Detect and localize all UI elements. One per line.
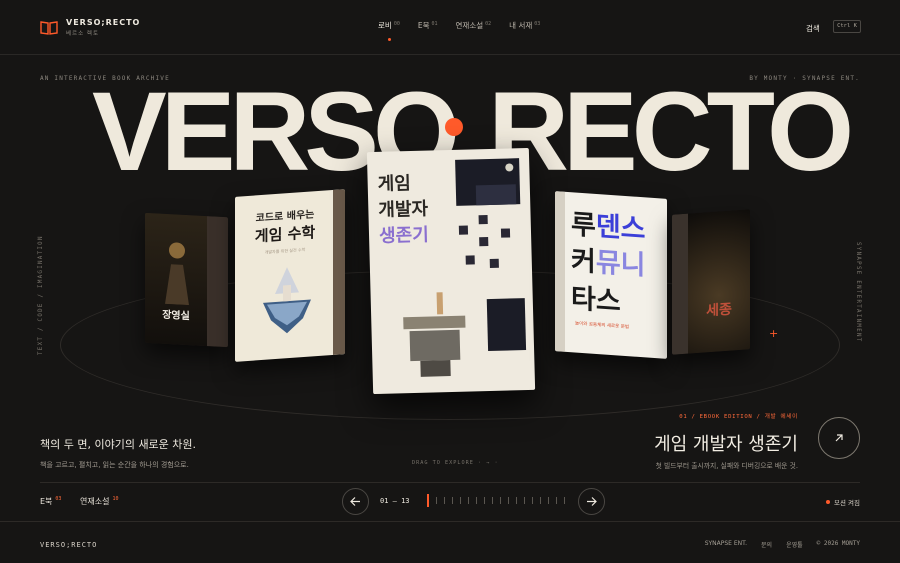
book-title: 장영실 [162, 309, 190, 323]
scrubber-tick[interactable] [508, 497, 509, 504]
shortcut-badge: Ctrl K [833, 20, 861, 33]
arrow-right-icon [587, 497, 597, 506]
footer: VERSO;RECTO SYNAPSE ENT. 문의 운영툴 © 2026 M… [0, 521, 900, 563]
nav-item-lobby[interactable]: 로비 00 [378, 20, 400, 41]
book-title-line1: 게임 [377, 173, 412, 195]
pixel-castle-illustration [382, 279, 485, 382]
featured-title: 게임 개발자 생존기 [654, 434, 798, 455]
brand-title: VERSO;RECTO [66, 18, 141, 27]
brand-logo[interactable]: VERSO;RECTO 베르소 렉토 [40, 18, 140, 37]
status-dot [826, 500, 830, 504]
motion-label: 모션 켜짐 [834, 499, 860, 507]
nav-item-library[interactable]: 내 서재 03 [509, 20, 540, 31]
book-title-line2: 게임 수학 [254, 223, 316, 246]
book-subtitle: 놀이와 공동체의 새로운 문법 [575, 321, 629, 331]
open-book-icon [40, 20, 58, 35]
active-indicator-dot [388, 38, 391, 41]
footer-brand: VERSO;RECTO [40, 541, 98, 549]
next-button[interactable] [578, 488, 605, 515]
scrubber-tick[interactable] [564, 497, 565, 504]
open-featured-button[interactable] [818, 417, 860, 459]
scrubber-tick[interactable] [460, 497, 461, 504]
page-scrubber[interactable] [427, 494, 565, 507]
category-serial[interactable]: 연재소설 10 [80, 496, 118, 507]
scrubber-tick[interactable] [476, 497, 477, 504]
scrubber-tick[interactable] [468, 497, 469, 504]
nav-label: 로비 [378, 21, 392, 30]
brand-subtitle: 베르소 렉토 [66, 31, 100, 37]
side-caption-left: TEXT / CODE / IMAGINATION [38, 235, 44, 355]
prev-button[interactable] [342, 488, 369, 515]
nav-item-ebook[interactable]: E북 01 [418, 20, 438, 31]
cover-flowchart [458, 214, 521, 276]
divider [40, 482, 860, 483]
nav-number: 02 [485, 20, 492, 27]
book-card-game-math[interactable]: 코드로 배우는 게임 수학 개발자를 위한 실전 수학 [235, 189, 345, 362]
scrubber-tick[interactable] [492, 497, 493, 504]
search-button[interactable]: 검색 [806, 23, 820, 34]
footer-link-synapse[interactable]: SYNAPSE ENT. [705, 540, 747, 549]
scrubber-tick[interactable] [484, 497, 485, 504]
category-count: 10 [112, 496, 119, 503]
footer-copyright: © 2026 MONTY [816, 540, 860, 547]
drag-hint: DRAG TO EXPLORE · → · [412, 460, 499, 466]
scrubber-tick[interactable] [532, 497, 533, 504]
scrubber-tick[interactable] [548, 497, 549, 504]
category-ebook[interactable]: E북 03 [40, 496, 61, 507]
hero-word-right: RECTO [488, 69, 854, 194]
scrubber-tick[interactable] [500, 497, 501, 504]
nav-label: 연재소설 [455, 21, 484, 30]
scrubber-tick-active[interactable] [427, 494, 429, 507]
book-card-game-dev-survival[interactable]: 게임 개발자 생존기 [366, 147, 536, 395]
hero-tagline: 책의 두 면, 이야기의 새로운 차원. [40, 438, 197, 451]
book-title-row2: 커뮤니 [571, 245, 646, 282]
book-subtitle: 개발자를 위한 실전 수학 [264, 246, 306, 255]
figure-illustration [165, 242, 189, 306]
scrubber-tick[interactable] [516, 497, 517, 504]
scrubber-tick[interactable] [524, 497, 525, 504]
page-total: 13 [401, 497, 410, 505]
footer-link-contact[interactable]: 문의 [761, 540, 772, 549]
plus-mark: + [769, 327, 779, 340]
arrow-left-icon [350, 497, 360, 506]
scrubber-tick[interactable] [540, 497, 541, 504]
book-card-jangyeongsil[interactable]: 장영실 [145, 212, 228, 348]
footer-links: SYNAPSE ENT. 문의 운영툴 © 2026 MONTY [705, 540, 860, 549]
page-counter: 01 — 13 [380, 497, 410, 505]
scrubber-tick[interactable] [444, 497, 445, 504]
nav-number: 01 [431, 20, 438, 27]
nav-number: 03 [534, 20, 541, 27]
footer-link-admin[interactable]: 운영툴 [786, 540, 803, 549]
category-label: 연재소설 [80, 497, 110, 506]
book-title-row3: 타스 [571, 283, 621, 318]
book-title-line3: 생존기 [378, 224, 430, 247]
floating-island-illustration [263, 267, 311, 334]
nav-number: 00 [393, 20, 400, 27]
nav-label: 내 서재 [509, 21, 533, 30]
category-count: 03 [55, 496, 62, 503]
category-label: E북 [40, 497, 53, 506]
featured-description: 첫 빌드부터 출시까지, 실패와 디버깅으로 배운 것. [655, 462, 798, 470]
motion-toggle[interactable]: 모션 켜짐 [826, 497, 860, 507]
top-header: VERSO;RECTO 베르소 렉토 로비 00 E북 01 연재소설 02 내 서재… [0, 0, 900, 55]
main-nav: 로비 00 E북 01 연재소설 02 내 서재 03 [378, 20, 540, 41]
book-card-sejong[interactable]: 세종 [672, 209, 750, 355]
scrubber-tick[interactable] [452, 497, 453, 504]
cover-stats-panel [486, 298, 527, 352]
book-title-line2: 개발자 [378, 198, 429, 221]
side-caption-right: SYNAPSE ENTERTAINMENT [855, 242, 861, 343]
nav-label: E북 [417, 21, 430, 30]
cover-screenshot-panel [455, 158, 521, 206]
nav-item-serial[interactable]: 연재소설 02 [456, 20, 492, 31]
hero-subline: 책을 고르고, 펼치고, 읽는 순간을 하나의 경험으로. [40, 461, 189, 469]
book-card-ludens[interactable]: 루덴스 커뮤니 타스 놀이와 공동체의 새로운 문법 [555, 191, 667, 359]
page-current: 01 [380, 497, 389, 505]
scrubber-tick[interactable] [556, 497, 557, 504]
arrow-up-right-icon [835, 434, 843, 442]
scrubber-tick[interactable] [436, 497, 437, 504]
hero-dot [445, 118, 463, 136]
featured-meta: 01 / EBOOK EDITION / 개발 에세이 [679, 414, 798, 420]
